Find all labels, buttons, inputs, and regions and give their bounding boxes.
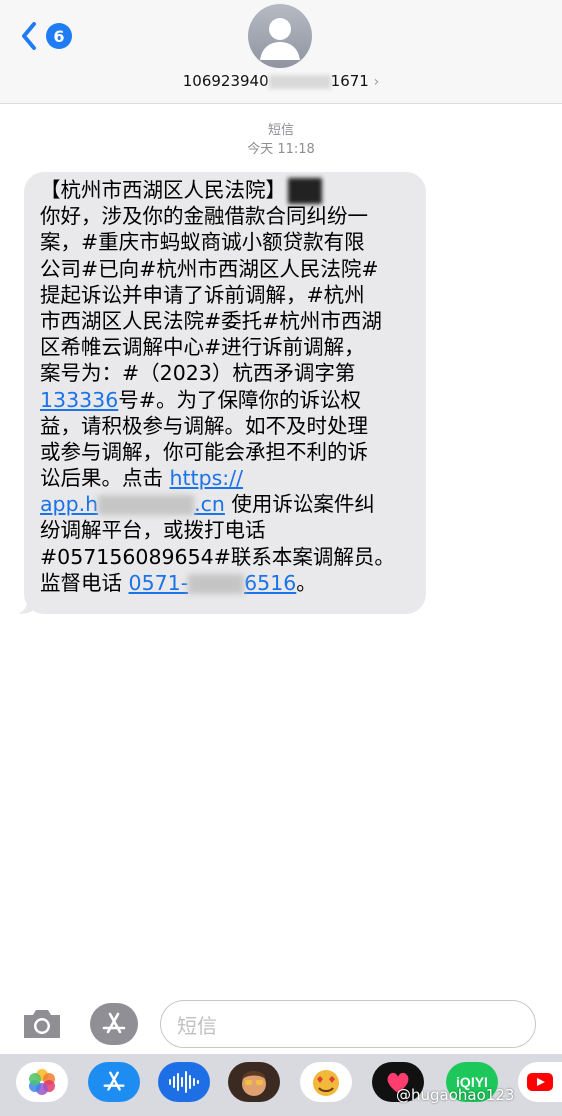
imessage-app-drawer: iQIYI [0, 1054, 562, 1116]
message-line: #057156089654#联系本案调解员。 [40, 544, 395, 569]
message-line: 提起诉讼并申请了诉前调解，#杭州 [40, 282, 365, 307]
message-timestamp: 今天 11:18 [247, 142, 315, 157]
person-icon [260, 18, 300, 60]
message-line: 【杭州市西湖区人民法院】 [40, 177, 414, 204]
memoji-app-button[interactable] [228, 1062, 280, 1102]
conversation-header: 6 106923940 1671 › [0, 0, 562, 104]
photos-app-button[interactable] [16, 1062, 68, 1102]
app-store-button[interactable] [90, 1003, 138, 1045]
redacted-url [98, 495, 195, 516]
message-line: 市西湖区人民法院#委托#杭州市西湖 [40, 308, 382, 333]
message-bubble[interactable]: 【杭州市西湖区人民法院】 你好，涉及你的金融借款合同纠纷一 案，#重庆市蚂蚁商诚… [24, 172, 426, 614]
message-input[interactable]: 短信 [160, 1000, 536, 1048]
contact-name[interactable]: 106923940 1671 › [0, 72, 562, 90]
back-button[interactable]: 6 [16, 18, 76, 54]
message-type-label: 短信 [267, 123, 294, 138]
youtube-app-button[interactable] [518, 1062, 562, 1102]
photos-icon [29, 1069, 55, 1095]
redacted-phone [188, 573, 245, 594]
message-line: 你好，涉及你的金融借款合同纠纷一 [40, 204, 368, 229]
redacted-block [288, 178, 322, 204]
message-line: 案号为：#（2023）杭西矛调字第 [40, 361, 356, 386]
soundwave-icon [169, 1071, 199, 1093]
url-link[interactable]: https:// [170, 466, 243, 490]
app-store-app-button[interactable] [88, 1062, 140, 1102]
app-store-icon [102, 1012, 126, 1034]
contact-avatar[interactable] [248, 4, 312, 68]
chevron-left-icon [22, 22, 36, 50]
animoji-app-button[interactable] [300, 1062, 352, 1102]
youtube-play-icon [527, 1073, 553, 1091]
message-line: 或参与调解，你可能会承担不利的诉 [40, 439, 368, 464]
contact-number-prefix: 106923940 [182, 72, 269, 90]
contact-number-suffix: 1671 [330, 72, 369, 90]
message-line: 133336号#。为了保障你的诉讼权 [40, 387, 361, 412]
message-line: 区希帷云调解中心#进行诉前调解， [40, 335, 365, 360]
url-link-continued[interactable]: app.h .cn [40, 492, 225, 516]
message-line: 讼后果。点击 https:// [40, 466, 244, 491]
message-line: 公司#已向#杭州市西湖区人民法院# [40, 256, 379, 281]
message-text: 【杭州市西湖区人民法院】 你好，涉及你的金融借款合同纠纷一 案，#重庆市蚂蚁商诚… [40, 177, 414, 596]
watermark-text: @hugaohao123 [396, 1086, 515, 1104]
phone-link[interactable]: 0571- 6516 [129, 571, 297, 595]
message-line: app.h .cn 使用诉讼案件纠 [40, 492, 375, 517]
unread-count-badge: 6 [46, 23, 72, 49]
audio-message-button[interactable] [158, 1062, 210, 1102]
heart-eyes-face-icon [313, 1070, 339, 1096]
message-line: 监督电话 0571- 6516。 [40, 570, 317, 595]
message-line: 益，请积极参与调解。如不及时处理 [40, 413, 368, 438]
memoji-face-icon [242, 1071, 266, 1096]
case-number-link[interactable]: 133336 [40, 388, 118, 412]
app-store-icon [103, 1071, 125, 1091]
chevron-right-icon: › [373, 74, 380, 90]
message-line: 案，#重庆市蚂蚁商诚小额贷款有限 [40, 230, 365, 255]
camera-button[interactable] [20, 1006, 64, 1042]
redacted-number [268, 74, 331, 89]
message-line: 纷调解平台，或拨打电话 [40, 518, 266, 543]
camera-icon [24, 1010, 60, 1038]
